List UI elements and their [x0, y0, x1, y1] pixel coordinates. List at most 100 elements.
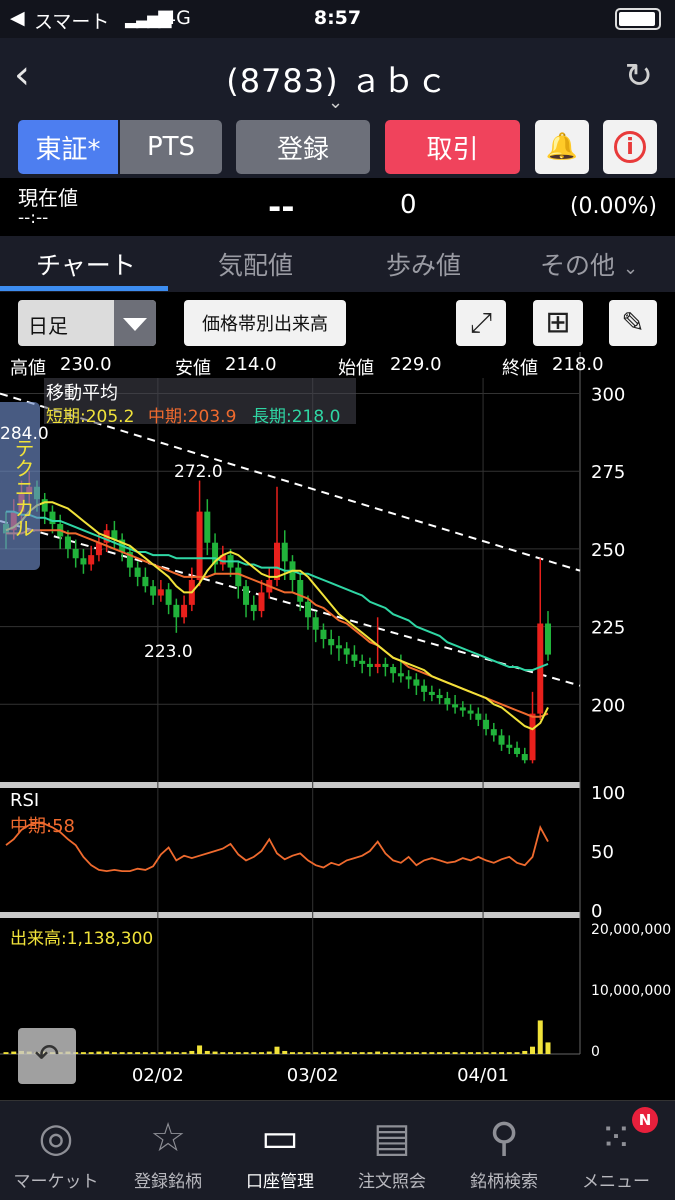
globe-icon: ◎ — [38, 1115, 74, 1161]
rsi-tick-label: 50 — [591, 842, 614, 863]
candle-body — [359, 660, 366, 664]
nav-orders[interactable]: ▤ 注文照会 — [336, 1115, 448, 1192]
candle-body — [335, 645, 342, 649]
candle-body — [397, 673, 404, 677]
nav-menu[interactable]: ⁙ メニュー N — [560, 1107, 672, 1192]
volume-bar — [142, 1052, 148, 1054]
tab-bar: チャート 気配値 歩み値 その他 ⌄ — [0, 236, 675, 292]
price-change: 0 — [400, 190, 417, 220]
candle-body — [204, 511, 211, 543]
candle-body — [304, 601, 311, 618]
reload-icon[interactable]: ↻ — [625, 56, 654, 96]
candle-body — [142, 576, 149, 587]
candle-body — [374, 663, 381, 668]
nav-orders-label: 注文照会 — [358, 1172, 426, 1192]
tab-quotes[interactable]: 気配値 — [218, 246, 293, 282]
tosho-button[interactable]: 東証* — [18, 120, 118, 174]
bell-icon[interactable]: 🔔 — [535, 120, 589, 174]
candle-body — [506, 744, 513, 748]
ma-mid: 中期:203.9 — [148, 407, 237, 427]
volume-tick-label: 10,000,000 — [591, 983, 671, 999]
trade-button[interactable]: 取引 — [385, 120, 520, 174]
volume-bar — [228, 1052, 234, 1054]
draw-pencil-icon[interactable]: ✎ — [609, 300, 657, 346]
candle-body — [41, 499, 48, 512]
star-icon: ☆ — [150, 1115, 186, 1161]
nav-account[interactable]: ▭ 口座管理 — [224, 1115, 336, 1192]
candle-body — [134, 567, 141, 577]
volume-bar — [506, 1052, 512, 1054]
volume-bar — [375, 1051, 381, 1054]
volume-bar — [305, 1052, 311, 1054]
volume-bar — [359, 1052, 365, 1054]
nav-watchlist[interactable]: ☆ 登録銘柄 — [112, 1115, 224, 1192]
rsi-mid: 中期:58 — [10, 816, 75, 837]
chart-canvas[interactable]: 30027525022520002/02 03/02 04/0110050020,0… — [0, 352, 675, 1100]
open-label: 始値 — [338, 358, 374, 379]
nav-search[interactable]: ⚲ 銘柄検索 — [448, 1115, 560, 1192]
price-tick-label: 300 — [591, 385, 625, 406]
volume-bar — [158, 1052, 164, 1054]
volume-bar — [429, 1052, 435, 1054]
bottom-nav: ◎ マーケット ☆ 登録銘柄 ▭ 口座管理 ▤ 注文照会 ⚲ 銘柄検索 ⁙ メニュー N — [0, 1100, 675, 1200]
candle-body — [274, 542, 280, 580]
candle-body — [297, 580, 304, 602]
period-select[interactable]: 日足 — [18, 300, 156, 346]
tab-other[interactable]: その他 ⌄ — [540, 246, 638, 282]
clock: 8:57 — [313, 7, 362, 29]
card-icon: ▭ — [261, 1115, 299, 1161]
volume-bar — [421, 1052, 427, 1054]
price-tick-label: 275 — [591, 462, 625, 483]
volume-bar — [119, 1052, 125, 1054]
rsi-tick-label: 100 — [591, 783, 625, 804]
volume-bar — [243, 1052, 249, 1054]
pts-button[interactable]: PTS — [120, 120, 222, 174]
chevron-down-icon[interactable]: ⌄ — [328, 92, 343, 113]
volume-profile-button[interactable]: 価格帯別出来高 — [184, 300, 346, 346]
nav-market[interactable]: ◎ マーケット — [0, 1115, 112, 1192]
rsi-tick-label: 0 — [591, 901, 602, 922]
ma-short: 短期:205.2 — [46, 407, 135, 427]
volume-bar — [499, 1052, 505, 1054]
candle-body — [366, 663, 373, 668]
nav-account-label: 口座管理 — [246, 1172, 314, 1192]
candle-body — [235, 567, 242, 587]
candle-body — [150, 586, 157, 596]
volume-bar — [189, 1050, 195, 1054]
candle-body — [452, 704, 459, 708]
candle-body — [320, 629, 327, 640]
volume-bar — [406, 1052, 412, 1054]
notification-badge: N — [632, 1107, 658, 1133]
volume-bar — [390, 1052, 396, 1054]
grid-layout-icon[interactable]: ⊞ — [533, 300, 583, 346]
volume-bar — [483, 1052, 489, 1054]
candle-body — [483, 719, 490, 730]
price-pane-separator — [0, 782, 580, 788]
volume-tick-label: 0 — [591, 1044, 600, 1060]
candle-body — [475, 713, 482, 720]
technical-tab-label: テクニカル — [11, 438, 35, 538]
volume-bar — [166, 1051, 172, 1054]
annotation-low: 223.0 — [144, 642, 193, 662]
annotation-high: 284.0 — [0, 424, 49, 444]
volume-bar — [491, 1052, 497, 1054]
volume-bar — [11, 1051, 17, 1054]
candle-body — [64, 536, 71, 549]
undo-arrow-icon[interactable]: ↶ — [18, 1028, 76, 1084]
volume-bar — [220, 1052, 226, 1054]
chart-area[interactable]: 300 275 250 225 200 02/02 03/02 04/01 100 50 0 20,0… — [0, 352, 675, 1100]
nav-search-label: 銘柄検索 — [470, 1172, 538, 1192]
volume-bar — [413, 1052, 419, 1054]
fullscreen-icon[interactable]: ⤢ — [456, 300, 506, 346]
candle-body — [49, 511, 56, 525]
date-tick-label: 04/01 — [457, 1065, 509, 1086]
candle-body — [413, 679, 420, 686]
candle-body — [490, 729, 497, 736]
price-tick-label: 225 — [591, 618, 625, 639]
tab-chart[interactable]: チャート — [36, 246, 136, 282]
price-tick-label: 250 — [591, 540, 625, 561]
tab-ticks[interactable]: 歩み値 — [386, 246, 461, 282]
info-icon[interactable]: i — [603, 120, 657, 174]
register-button[interactable]: 登録 — [236, 120, 370, 174]
volume-bar — [514, 1052, 520, 1054]
